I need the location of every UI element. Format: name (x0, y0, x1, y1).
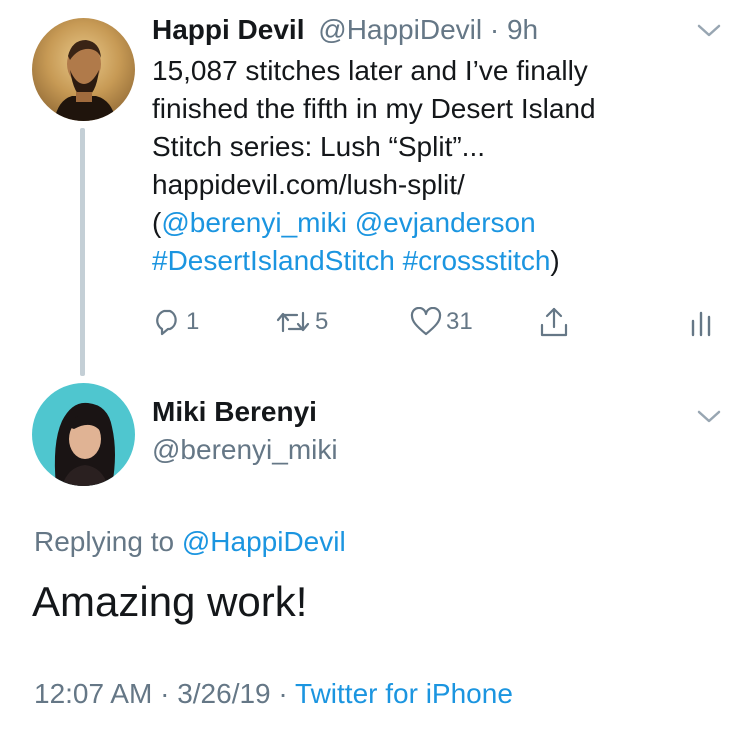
reply-source-link[interactable]: Twitter for iPhone (295, 678, 513, 709)
retweet-icon (276, 311, 310, 333)
retweet-count: 5 (315, 308, 329, 335)
avatar-portrait-icon (54, 40, 116, 121)
replying-to-handle[interactable]: @HappiDevil (182, 526, 346, 557)
reply-meta: 12:07 AM · 3/26/19 · Twitter for iPhone (34, 678, 513, 710)
replying-to-label: Replying to (34, 526, 175, 557)
hashtag-link[interactable]: #crossstitch (403, 245, 551, 276)
header-separator: · (489, 14, 500, 45)
reply-time: 12:07 AM (34, 678, 153, 709)
like-button[interactable]: 31 (410, 305, 473, 339)
meta-separator: · (160, 678, 170, 709)
like-icon (410, 307, 442, 336)
tweet-header: Happi Devil @HappiDevil · 9h (152, 14, 538, 46)
chevron-down-icon[interactable] (696, 22, 722, 40)
like-count: 31 (446, 308, 473, 335)
avatar-portrait-icon (54, 402, 115, 486)
share-icon (540, 307, 568, 337)
meta-separator: · (278, 678, 288, 709)
tweet-mentions-line: (@berenyi_miki @evjanderson (152, 204, 596, 242)
tweet-body: 15,087 stitches later and I’ve finally f… (152, 52, 596, 280)
tweet-hashtags-line: #DesertIslandStitch #crossstitch) (152, 242, 596, 280)
mention-link[interactable]: @evjanderson (355, 207, 536, 238)
reply-date: 3/26/19 (177, 678, 271, 709)
tweet-text-line: 15,087 stitches later and I’ve finally (152, 55, 588, 86)
tweet-text-line: finished the fifth in my Desert Island (152, 93, 596, 124)
share-button[interactable] (538, 305, 570, 339)
analytics-button[interactable] (690, 305, 712, 339)
mikiberenyi-avatar[interactable] (32, 383, 135, 486)
analytics-icon (691, 311, 711, 337)
reply-text: Amazing work! (32, 578, 308, 625)
author-handle[interactable]: @HappiDevil (318, 14, 482, 45)
reply-count: 1 (186, 308, 200, 335)
replying-to: Replying to @HappiDevil (34, 526, 346, 558)
chevron-down-icon[interactable] (696, 408, 722, 426)
reply-author-name[interactable]: Miki Berenyi (152, 396, 317, 428)
thread-connector-line (80, 128, 85, 376)
tweet-text-line: Stitch series: Lush “Split”... (152, 131, 486, 162)
author-name[interactable]: Happi Devil (152, 14, 304, 45)
mention-link[interactable]: @berenyi_miki (161, 207, 347, 238)
reply-button[interactable]: 1 (152, 305, 199, 339)
paren-open: ( (152, 207, 162, 238)
paren-close: ) (550, 245, 560, 276)
reply-icon (156, 309, 177, 336)
happidevil-avatar[interactable] (32, 18, 135, 121)
retweet-button[interactable]: 5 (275, 305, 328, 339)
hashtag-link[interactable]: #DesertIslandStitch (152, 245, 395, 276)
reply-author-handle[interactable]: @berenyi_miki (152, 434, 338, 466)
tweet-link[interactable]: happidevil.com/lush-split/ (152, 166, 596, 204)
tweet-timestamp[interactable]: 9h (507, 14, 538, 45)
